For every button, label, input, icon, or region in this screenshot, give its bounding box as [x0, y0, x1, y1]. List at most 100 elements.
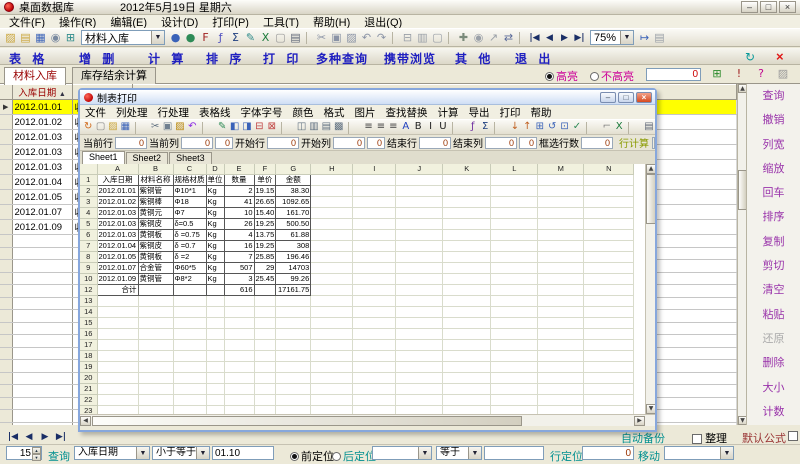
- column-header[interactable]: M: [538, 164, 584, 175]
- cell[interactable]: δ=0.5: [173, 219, 206, 230]
- cell[interactable]: [311, 230, 353, 241]
- column-header[interactable]: I: [353, 164, 396, 175]
- cell[interactable]: [353, 208, 396, 219]
- cell[interactable]: [173, 285, 206, 296]
- last-record-button[interactable]: ▶|: [54, 431, 68, 444]
- row-selector[interactable]: [0, 260, 12, 273]
- sheet-tab[interactable]: Sheet3: [169, 152, 212, 164]
- cell[interactable]: [353, 395, 396, 406]
- date-column-header[interactable]: 入库日期 ▲: [12, 85, 72, 100]
- cell[interactable]: [396, 351, 443, 362]
- cell[interactable]: [353, 329, 396, 340]
- cell[interactable]: [276, 329, 311, 340]
- row-selector[interactable]: [0, 190, 12, 205]
- cell[interactable]: [491, 296, 538, 307]
- cell[interactable]: 29: [254, 263, 276, 274]
- cell[interactable]: [538, 340, 584, 351]
- inner-menu-item[interactable]: 字体字号: [236, 105, 288, 120]
- cell[interactable]: [396, 219, 443, 230]
- sidebar-action-button[interactable]: 查询: [747, 84, 800, 108]
- cell[interactable]: [491, 329, 538, 340]
- close-button[interactable]: ×: [779, 1, 796, 13]
- corner-cell[interactable]: [80, 164, 97, 175]
- cell[interactable]: [443, 351, 491, 362]
- cell[interactable]: [97, 351, 138, 362]
- cell[interactable]: [584, 274, 634, 285]
- cell[interactable]: [311, 318, 353, 329]
- row-number[interactable]: 6: [80, 230, 97, 241]
- restore-button[interactable]: □: [760, 1, 777, 13]
- cell[interactable]: 紫铜皮: [138, 219, 173, 230]
- cell[interactable]: Kg: [206, 263, 224, 274]
- cell[interactable]: 26: [224, 219, 254, 230]
- cell[interactable]: [138, 307, 173, 318]
- cell[interactable]: [396, 318, 443, 329]
- cell[interactable]: [584, 285, 634, 296]
- chevron-down-icon[interactable]: ▼: [418, 447, 431, 459]
- cell[interactable]: [443, 252, 491, 263]
- sidebar-action-button[interactable]: 复制: [747, 230, 800, 254]
- range-field-input[interactable]: 0: [485, 137, 517, 149]
- cell[interactable]: [224, 384, 254, 395]
- row-calc-input[interactable]: [652, 137, 655, 149]
- cell[interactable]: [173, 373, 206, 384]
- range-field-input[interactable]: 0: [267, 137, 299, 149]
- cell[interactable]: 14703: [276, 263, 311, 274]
- inbound-date-cell[interactable]: 2012.01.04: [12, 175, 72, 190]
- inner-menu-item[interactable]: 行处理: [153, 105, 195, 120]
- cell[interactable]: [224, 307, 254, 318]
- cell[interactable]: [254, 340, 276, 351]
- column-header[interactable]: L: [491, 164, 538, 175]
- cell[interactable]: 17161.75: [276, 285, 311, 296]
- cell[interactable]: [538, 208, 584, 219]
- cell[interactable]: [206, 351, 224, 362]
- sidebar-action-button[interactable]: 剪切: [747, 254, 800, 278]
- cell[interactable]: [584, 307, 634, 318]
- cell[interactable]: [254, 285, 276, 296]
- zoom-combo[interactable]: 75% ▼: [590, 30, 634, 45]
- cell[interactable]: [173, 406, 206, 415]
- cell[interactable]: [443, 307, 491, 318]
- align-right-icon[interactable]: ≡: [387, 120, 399, 134]
- cell[interactable]: [584, 351, 634, 362]
- cell[interactable]: [396, 241, 443, 252]
- excel-icon[interactable]: X: [258, 31, 273, 45]
- row-number[interactable]: 5: [80, 219, 97, 230]
- row-selector[interactable]: [0, 360, 12, 373]
- cell[interactable]: [138, 329, 173, 340]
- row-number[interactable]: 21: [80, 384, 97, 395]
- cell[interactable]: [173, 384, 206, 395]
- row-selector[interactable]: [0, 205, 12, 220]
- cell[interactable]: [491, 307, 538, 318]
- cell[interactable]: [584, 296, 634, 307]
- cell[interactable]: 数量: [224, 175, 254, 186]
- cell[interactable]: Kg: [206, 230, 224, 241]
- cell[interactable]: 19.25: [254, 219, 276, 230]
- column-header[interactable]: H: [311, 164, 353, 175]
- sep5[interactable]: [452, 122, 464, 134]
- row-number[interactable]: 12: [80, 285, 97, 296]
- inner-menu-item[interactable]: 格式: [319, 105, 350, 120]
- scroll-up-icon[interactable]: ▲: [646, 164, 655, 174]
- cell[interactable]: [538, 384, 584, 395]
- cell[interactable]: Φ60*5: [173, 263, 206, 274]
- cell[interactable]: [443, 329, 491, 340]
- sidebar-action-button[interactable]: 列宽: [747, 133, 800, 157]
- printer-icon[interactable]: ▤: [643, 120, 655, 134]
- cell[interactable]: [254, 384, 276, 395]
- cell[interactable]: [491, 241, 538, 252]
- cell[interactable]: [491, 274, 538, 285]
- row-selector[interactable]: [0, 130, 12, 145]
- prev-record-button[interactable]: ◀: [22, 431, 36, 444]
- new-page-icon[interactable]: ▢: [94, 120, 106, 134]
- cell[interactable]: [311, 219, 353, 230]
- cell[interactable]: 1092.65: [276, 197, 311, 208]
- excel-icon[interactable]: X: [613, 120, 625, 134]
- cell[interactable]: 单位: [206, 175, 224, 186]
- cell[interactable]: [584, 219, 634, 230]
- col-insert-right-icon[interactable]: ◨: [241, 120, 253, 134]
- sphere-icon[interactable]: ●: [168, 31, 183, 45]
- row-number[interactable]: 23: [80, 406, 97, 415]
- row-number[interactable]: 3: [80, 197, 97, 208]
- cell[interactable]: [491, 395, 538, 406]
